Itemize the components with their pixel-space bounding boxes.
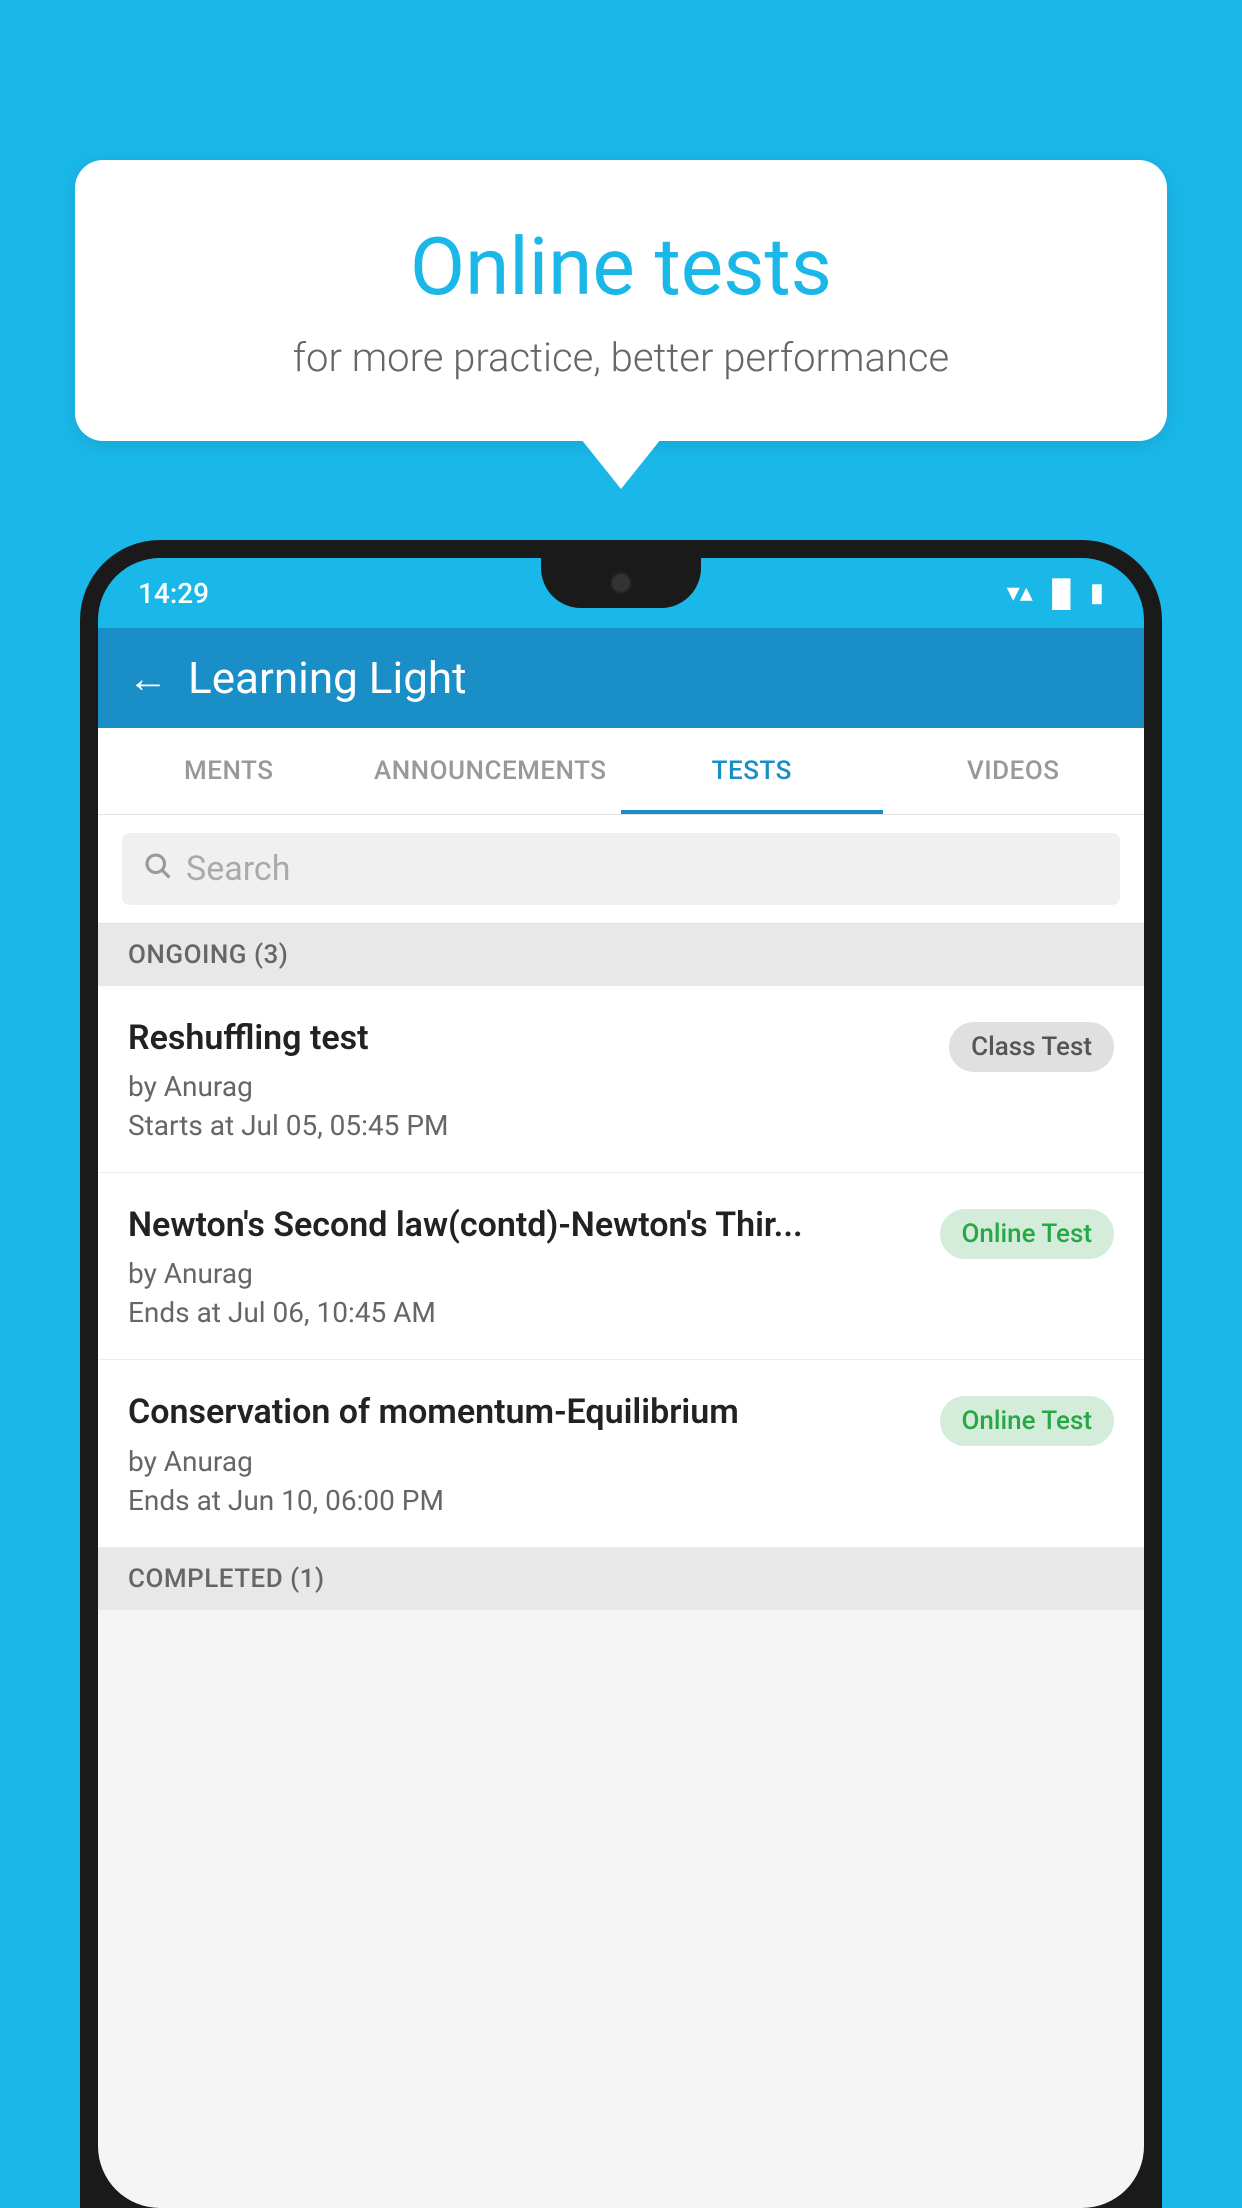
completed-section-header: COMPLETED (1) (98, 1548, 1144, 1610)
battery-icon: ▮ (1090, 578, 1104, 608)
test-name: Newton's Second law(contd)-Newton's Thir… (128, 1203, 920, 1247)
app-title: Learning Light (188, 652, 467, 704)
test-list: Reshuffling test by Anurag Starts at Jul… (98, 986, 1144, 1548)
wifi-icon: ▾▴ (1007, 578, 1033, 608)
test-name: Conservation of momentum-Equilibrium (128, 1390, 920, 1434)
test-by: by Anurag (128, 1445, 920, 1478)
test-date: Ends at Jul 06, 10:45 AM (128, 1296, 920, 1329)
search-input-wrapper[interactable]: Search (122, 833, 1120, 905)
tab-ments[interactable]: MENTS (98, 728, 360, 814)
signal-icon: ▐▌ (1043, 578, 1080, 609)
test-date: Ends at Jun 10, 06:00 PM (128, 1484, 920, 1517)
speech-bubble: Online tests for more practice, better p… (75, 160, 1167, 441)
search-container: Search (98, 815, 1144, 924)
bubble-title: Online tests (125, 220, 1117, 314)
test-badge-online-2: Online Test (940, 1396, 1115, 1446)
test-by: by Anurag (128, 1070, 929, 1103)
phone-frame: 14:29 ▾▴ ▐▌ ▮ ← Learning Light MENTS ANN… (80, 540, 1162, 2208)
test-info: Newton's Second law(contd)-Newton's Thir… (128, 1203, 920, 1329)
search-placeholder: Search (186, 849, 290, 889)
search-icon (142, 849, 172, 889)
test-badge-class: Class Test (949, 1022, 1114, 1072)
test-item[interactable]: Newton's Second law(contd)-Newton's Thir… (98, 1173, 1144, 1360)
app-header: ← Learning Light (98, 628, 1144, 728)
test-badge-online: Online Test (940, 1209, 1115, 1259)
bubble-subtitle: for more practice, better performance (125, 334, 1117, 381)
status-icons: ▾▴ ▐▌ ▮ (1007, 578, 1104, 609)
test-name: Reshuffling test (128, 1016, 929, 1060)
phone-screen: ← Learning Light MENTS ANNOUNCEMENTS TES… (98, 628, 1144, 2208)
status-bar: 14:29 ▾▴ ▐▌ ▮ (98, 558, 1144, 628)
phone-notch (541, 558, 701, 608)
time-display: 14:29 (138, 577, 209, 610)
test-info: Conservation of momentum-Equilibrium by … (128, 1390, 920, 1516)
tab-tests[interactable]: TESTS (621, 728, 883, 814)
tab-announcements[interactable]: ANNOUNCEMENTS (360, 728, 622, 814)
tab-videos[interactable]: VIDEOS (883, 728, 1145, 814)
back-button[interactable]: ← (128, 655, 168, 702)
test-date: Starts at Jul 05, 05:45 PM (128, 1109, 929, 1142)
test-item[interactable]: Reshuffling test by Anurag Starts at Jul… (98, 986, 1144, 1173)
test-info: Reshuffling test by Anurag Starts at Jul… (128, 1016, 929, 1142)
test-by: by Anurag (128, 1257, 920, 1290)
tabs-bar: MENTS ANNOUNCEMENTS TESTS VIDEOS (98, 728, 1144, 815)
camera-notch (610, 572, 632, 594)
ongoing-section-header: ONGOING (3) (98, 924, 1144, 986)
test-item[interactable]: Conservation of momentum-Equilibrium by … (98, 1360, 1144, 1547)
